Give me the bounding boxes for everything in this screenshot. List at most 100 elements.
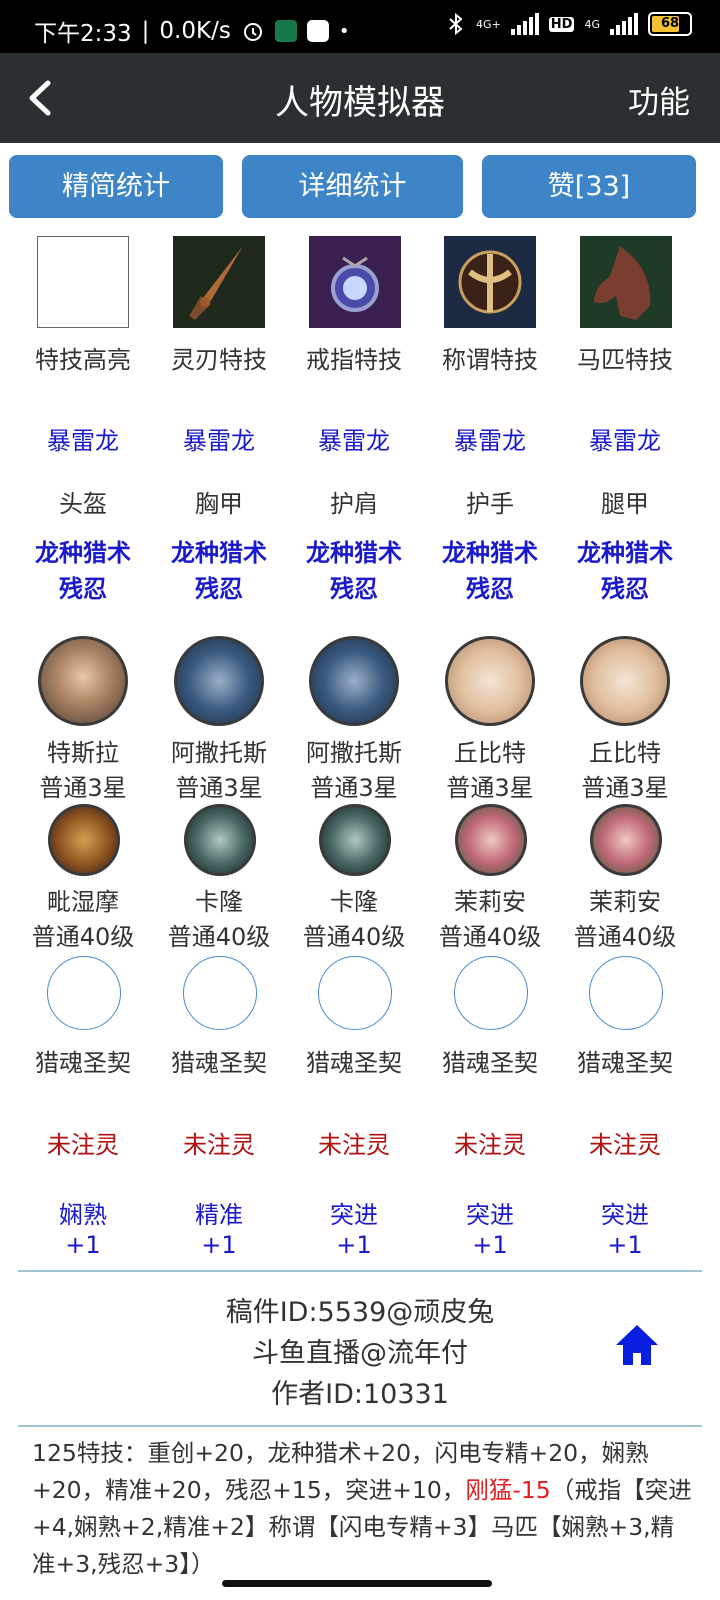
armor-part: 胸甲 (195, 490, 243, 518)
cloud-app-icon (306, 20, 329, 42)
spirit-status[interactable]: 未注灵 (149, 1125, 289, 1160)
skill-value: +1 (336, 1231, 372, 1259)
set-name[interactable]: 暴雷龙 (420, 421, 560, 456)
armor-skill-2[interactable]: 残忍 (149, 569, 289, 604)
skill-name[interactable]: 突进 (284, 1195, 424, 1230)
armor-skill-2[interactable]: 残忍 (555, 569, 695, 604)
status-left: 下午2:33 | 0.0K/s • (34, 14, 349, 48)
equip-label: 戒指特技 (306, 346, 402, 374)
hero-level: 普通3星 (175, 774, 263, 802)
hero-level: 普通40级 (438, 923, 542, 951)
armor-skill[interactable]: 龙种猎术 (149, 533, 289, 568)
armor-skill[interactable]: 龙种猎术 (13, 533, 153, 568)
emblem-icon[interactable] (444, 236, 536, 328)
skill-name[interactable]: 娴熟 (13, 1195, 153, 1230)
armor-skill[interactable]: 龙种猎术 (420, 533, 560, 568)
hero-avatar-small[interactable] (184, 804, 256, 876)
hero-level: 普通40级 (302, 923, 406, 951)
equip-label: 特技高亮 (35, 346, 131, 374)
summary-negative: 刚猛-15 (465, 1476, 551, 1504)
dagger-icon[interactable] (173, 236, 265, 328)
hero-avatar-small[interactable] (48, 804, 120, 876)
hero-avatar[interactable] (580, 636, 670, 726)
set-name[interactable]: 暴雷龙 (555, 421, 695, 456)
divider (18, 1425, 702, 1427)
skill-value: +1 (607, 1231, 643, 1259)
contract-label: 猎魂圣契 (35, 1049, 131, 1077)
horse-icon[interactable] (580, 236, 672, 328)
network-type-2: 4G (584, 17, 600, 31)
network-type-1: 4G+ (476, 17, 501, 31)
contract-slot[interactable] (454, 956, 528, 1030)
armor-skill-2[interactable]: 残忍 (13, 569, 153, 604)
author-id: 作者ID:10331 (271, 1379, 449, 1410)
hero-name: 特斯拉 (47, 739, 119, 767)
equip-label: 灵刃特技 (171, 346, 267, 374)
armor-skill[interactable]: 龙种猎术 (284, 533, 424, 568)
hero-level: 普通40级 (167, 923, 271, 951)
home-icon[interactable] (614, 1323, 660, 1367)
set-name[interactable]: 暴雷龙 (13, 421, 153, 456)
set-name[interactable]: 暴雷龙 (149, 421, 289, 456)
draft-id: 稿件ID:5539@顽皮兔 (225, 1297, 495, 1328)
hero-avatar[interactable] (445, 636, 535, 726)
skill-name[interactable]: 突进 (555, 1195, 695, 1230)
hero-level: 普通40级 (573, 923, 677, 951)
hero-level: 普通3星 (446, 774, 534, 802)
battery-icon: 68 (648, 12, 692, 36)
spirit-status[interactable]: 未注灵 (555, 1125, 695, 1160)
armor-part: 护肩 (330, 490, 378, 518)
skill-value: +1 (472, 1231, 508, 1259)
hero-avatar[interactable] (309, 636, 399, 726)
status-right: 4G+ HD 4G 68 (446, 12, 692, 36)
armor-skill[interactable]: 龙种猎术 (555, 533, 695, 568)
skill-name[interactable]: 精准 (149, 1195, 289, 1230)
contract-slot[interactable] (183, 956, 257, 1030)
more-notifications-icon: • (338, 20, 350, 42)
armor-part: 护手 (466, 490, 514, 518)
hero-avatar-small[interactable] (455, 804, 527, 876)
hero-level: 普通3星 (39, 774, 127, 802)
hero-avatar-small[interactable] (319, 804, 391, 876)
hero-avatar[interactable] (174, 636, 264, 726)
hero-name: 阿撒托斯 (171, 739, 267, 767)
hero-avatar[interactable] (38, 636, 128, 726)
detailed-stats-button[interactable]: 详细统计 (242, 155, 463, 218)
contract-label: 猎魂圣契 (171, 1049, 267, 1077)
skill-value: +1 (201, 1231, 237, 1259)
contract-slot[interactable] (47, 956, 121, 1030)
highlight-slot[interactable] (37, 236, 129, 328)
function-menu-button[interactable]: 功能 (628, 77, 690, 122)
hero-name: 卡隆 (195, 888, 243, 916)
battery-level: 68 (660, 16, 680, 31)
ring-icon[interactable] (309, 236, 401, 328)
alarm-icon (243, 23, 262, 41)
gesture-bar[interactable] (222, 1580, 492, 1587)
skill-name[interactable]: 突进 (420, 1195, 560, 1230)
spirit-status[interactable]: 未注灵 (420, 1125, 560, 1160)
hero-name: 茉莉安 (589, 888, 661, 916)
spirit-status[interactable]: 未注灵 (284, 1125, 424, 1160)
skill-value: +1 (65, 1231, 101, 1259)
spirit-status[interactable]: 未注灵 (13, 1125, 153, 1160)
hero-name: 丘比特 (589, 739, 661, 767)
armor-part: 腿甲 (601, 490, 649, 518)
stream-info: 斗鱼直播@流年付 (252, 1338, 468, 1369)
armor-skill-2[interactable]: 残忍 (284, 569, 424, 604)
network-speed: 0.0K/s (159, 18, 231, 44)
hd-badge: HD (548, 16, 575, 32)
hero-level: 普通3星 (581, 774, 669, 802)
brief-stats-button[interactable]: 精简统计 (9, 155, 223, 218)
hero-level: 普通40级 (31, 923, 135, 951)
like-button[interactable]: 赞[33] (482, 155, 696, 218)
armor-skill-2[interactable]: 残忍 (420, 569, 560, 604)
page-title: 人物模拟器 (275, 83, 445, 123)
signal-icon-2 (610, 13, 638, 35)
contract-slot[interactable] (318, 956, 392, 1030)
status-time: 下午2:33 (34, 21, 132, 47)
hero-avatar-small[interactable] (590, 804, 662, 876)
set-name[interactable]: 暴雷龙 (284, 421, 424, 456)
contract-label: 猎魂圣契 (577, 1049, 673, 1077)
bluetooth-icon (449, 12, 463, 36)
contract-slot[interactable] (589, 956, 663, 1030)
